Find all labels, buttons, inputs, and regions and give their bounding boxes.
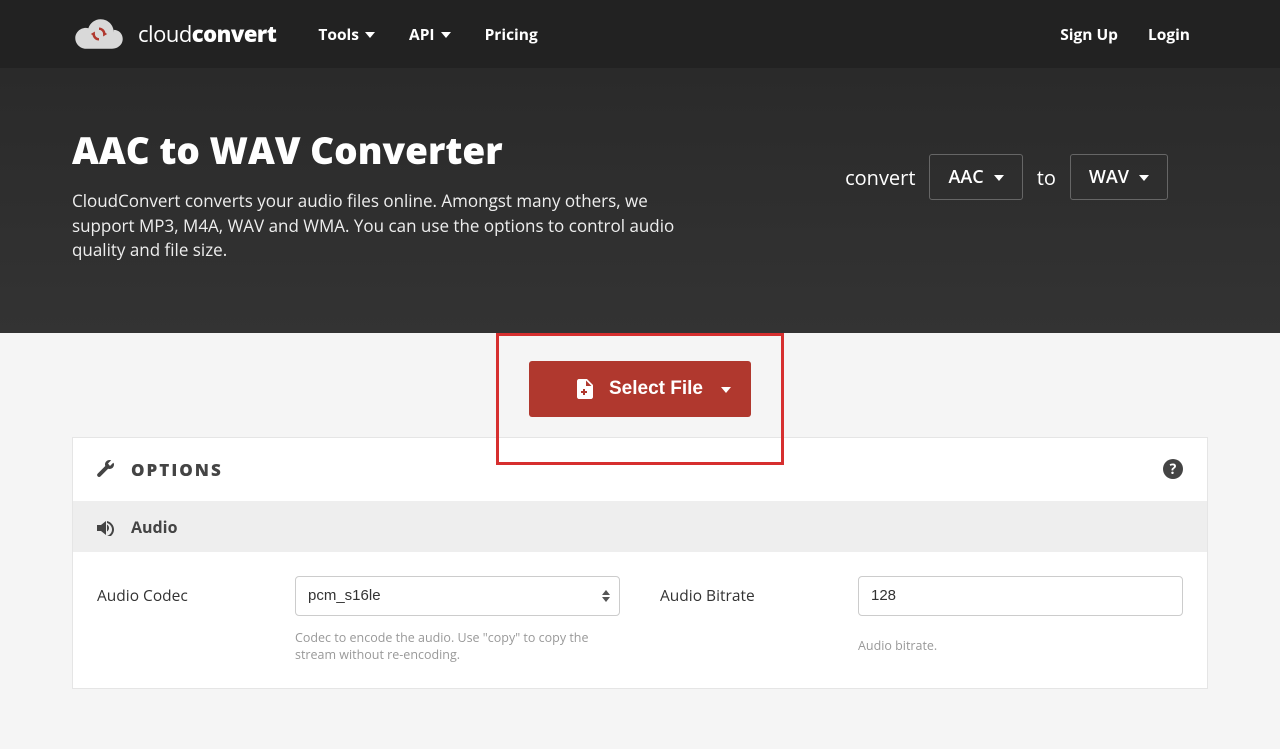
audio-bitrate-row: Audio Bitrate Audio bitrate. bbox=[660, 576, 1183, 664]
select-file-button[interactable]: Select File bbox=[529, 361, 751, 417]
page-description: CloudConvert converts your audio files o… bbox=[72, 189, 692, 263]
brand-logo[interactable]: cloudconvert bbox=[72, 16, 276, 52]
chevron-down-icon bbox=[994, 175, 1004, 181]
speaker-icon bbox=[97, 519, 117, 535]
from-format-select[interactable]: AAC bbox=[929, 154, 1022, 200]
nav-api[interactable]: API bbox=[409, 23, 451, 45]
audio-bitrate-label: Audio Bitrate bbox=[660, 576, 850, 606]
svg-text:?: ? bbox=[1170, 460, 1177, 479]
nav-tools[interactable]: Tools bbox=[318, 23, 375, 45]
to-label: to bbox=[1037, 164, 1056, 191]
audio-section-header: Audio bbox=[73, 502, 1207, 552]
options-header: OPTIONS ? bbox=[73, 438, 1207, 502]
main-nav: Tools API Pricing bbox=[318, 23, 537, 45]
file-select-area: Select File bbox=[72, 333, 1208, 417]
audio-codec-label: Audio Codec bbox=[97, 576, 287, 606]
to-format-select[interactable]: WAV bbox=[1070, 154, 1168, 200]
audio-codec-select[interactable] bbox=[295, 576, 620, 616]
page-title: AAC to WAV Converter bbox=[72, 124, 692, 175]
audio-codec-row: Audio Codec Codec to encode the audio. U… bbox=[97, 576, 620, 664]
chevron-down-icon bbox=[365, 32, 375, 38]
from-format-value: AAC bbox=[948, 165, 983, 189]
auth-links: Sign Up Login bbox=[1060, 23, 1190, 45]
nav-api-label: API bbox=[409, 23, 435, 45]
top-navbar: cloudconvert Tools API Pricing Sign Up L… bbox=[0, 0, 1280, 68]
audio-bitrate-input[interactable] bbox=[858, 576, 1183, 616]
options-panel: OPTIONS ? Audio Audio Codec Codec to enc… bbox=[72, 437, 1208, 689]
audio-codec-help: Codec to encode the audio. Use "copy" to… bbox=[295, 630, 620, 664]
chevron-down-icon bbox=[441, 32, 451, 38]
to-format-value: WAV bbox=[1089, 165, 1129, 189]
options-title: OPTIONS bbox=[131, 458, 223, 481]
wrench-icon bbox=[97, 460, 115, 478]
nav-tools-label: Tools bbox=[318, 23, 359, 45]
audio-bitrate-help: Audio bitrate. bbox=[858, 638, 1183, 655]
convert-label: convert bbox=[845, 164, 915, 191]
login-link[interactable]: Login bbox=[1148, 23, 1190, 45]
cloud-logo-icon bbox=[72, 16, 126, 52]
audio-section-label: Audio bbox=[131, 516, 177, 538]
hero-section: AAC to WAV Converter CloudConvert conver… bbox=[0, 68, 1280, 333]
select-file-label: Select File bbox=[609, 378, 703, 400]
chevron-down-icon bbox=[721, 387, 731, 393]
options-grid: Audio Codec Codec to encode the audio. U… bbox=[73, 552, 1207, 688]
file-add-icon bbox=[577, 379, 593, 399]
format-selector-row: convert AAC to WAV bbox=[845, 154, 1168, 200]
nav-pricing-label: Pricing bbox=[485, 23, 538, 45]
chevron-down-icon bbox=[1139, 175, 1149, 181]
nav-pricing[interactable]: Pricing bbox=[485, 23, 538, 45]
signup-link[interactable]: Sign Up bbox=[1060, 23, 1118, 45]
help-icon[interactable]: ? bbox=[1163, 459, 1183, 479]
brand-text: cloudconvert bbox=[138, 19, 276, 49]
